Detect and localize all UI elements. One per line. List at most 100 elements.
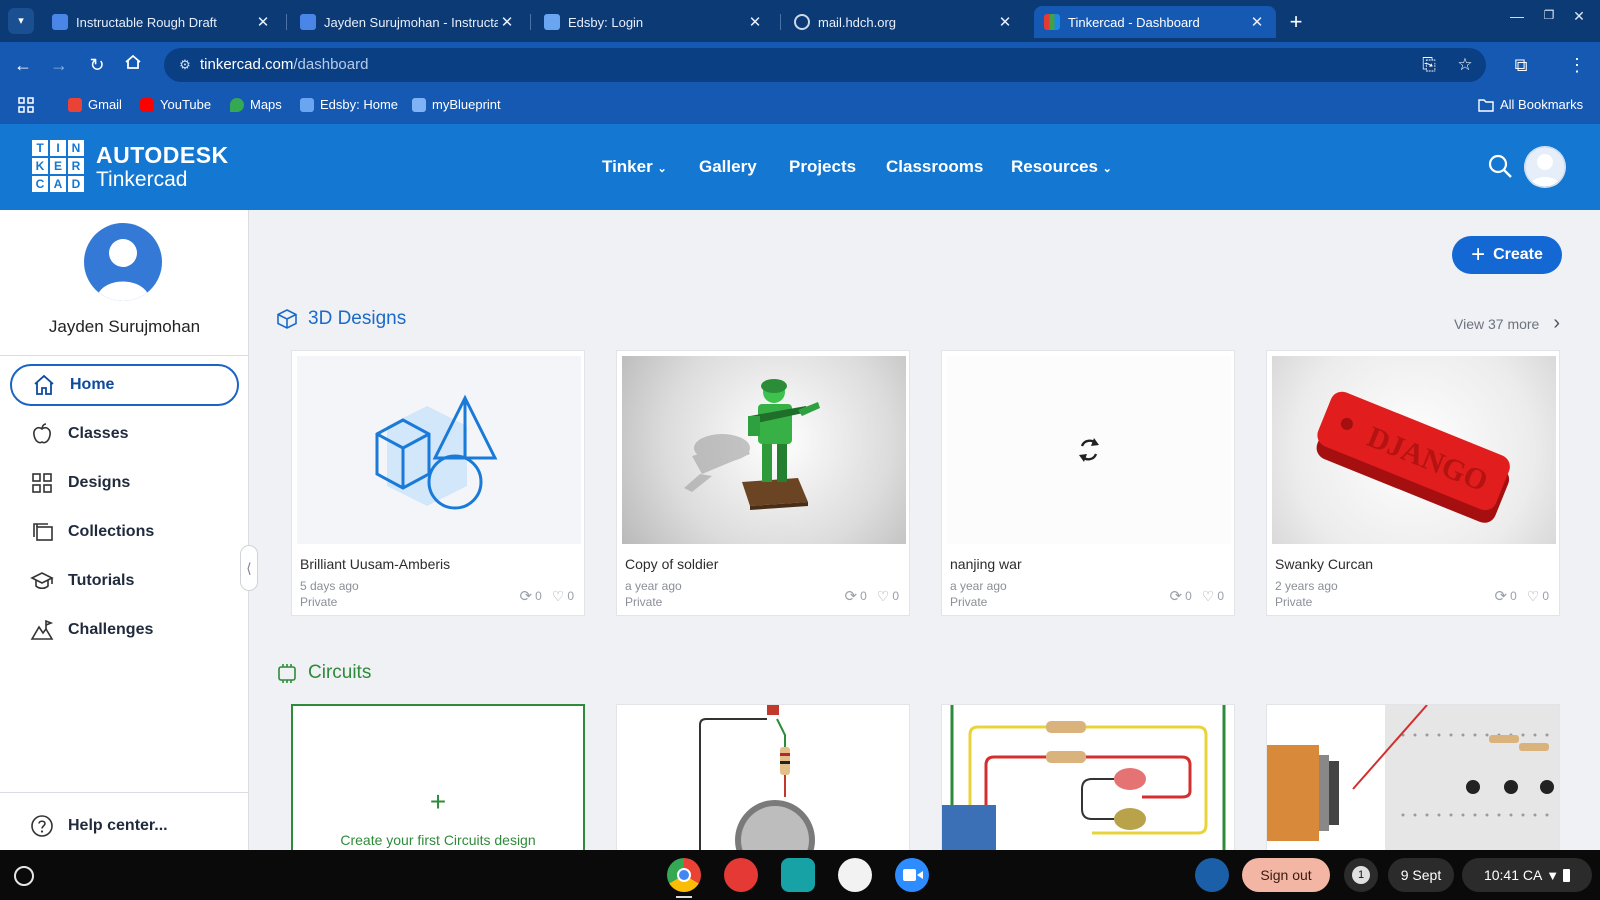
help-icon [31, 815, 53, 837]
close-tab-icon[interactable]: ✕ [746, 13, 764, 31]
remix-icon: ⟳ [1494, 588, 1508, 605]
help-center-link[interactable]: Help center... [10, 805, 239, 847]
minimize-icon[interactable]: — [1506, 8, 1528, 24]
zoom-app-icon[interactable] [895, 858, 929, 892]
sidebar-item-collections[interactable]: Collections [10, 511, 239, 553]
all-bookmarks-folder[interactable]: All Bookmarks [1478, 97, 1583, 112]
sidebar-item-designs[interactable]: Designs [10, 462, 239, 504]
design-card[interactable]: Copy of soldier a year ago Private ⟳ 0 ♡ 0 [616, 350, 910, 616]
sidebar-item-home[interactable]: Home [10, 364, 239, 406]
search-icon[interactable] [1486, 152, 1514, 180]
browser-tab[interactable]: Jayden Surujmohan - Instructab ✕ [290, 6, 526, 38]
design-stats: ⟳ 0 ♡ 0 [1169, 587, 1224, 606]
design-thumbnail-shapes [297, 356, 581, 544]
design-card[interactable]: DJANGO Swanky Curcan 2 years ago Private… [1266, 350, 1560, 616]
user-avatar[interactable] [1524, 146, 1566, 188]
plus-icon: + [1471, 241, 1486, 268]
design-privacy: Private [300, 595, 338, 609]
design-privacy: Private [625, 595, 663, 609]
nav-projects[interactable]: Projects [789, 157, 856, 177]
globe-icon [794, 14, 810, 30]
new-tab-button[interactable]: + [1284, 9, 1308, 35]
window-close-icon[interactable]: ✕ [1568, 8, 1590, 25]
close-tab-icon[interactable]: ✕ [1248, 13, 1266, 31]
url-text: tinkercad.com/dashboard [200, 56, 369, 73]
design-privacy: Private [1275, 595, 1313, 609]
site-info-icon[interactable]: ⚙ [176, 56, 194, 74]
back-icon[interactable]: ← [10, 52, 36, 78]
youtube-icon [140, 97, 154, 112]
browser-tab-active[interactable]: Tinkercad - Dashboard ✕ [1034, 6, 1276, 38]
restore-icon[interactable]: ❐ [1538, 8, 1560, 22]
bookmark-myblueprint[interactable]: myBlueprint [412, 97, 501, 112]
create-button[interactable]: + Create [1452, 236, 1562, 274]
design-name[interactable]: Copy of soldier [625, 556, 718, 572]
apps-grid-icon[interactable] [18, 97, 34, 113]
kindle-app-icon[interactable] [838, 858, 872, 892]
loading-spinner-icon [1079, 438, 1099, 462]
nav-resources[interactable]: Resources ⌄ [1011, 157, 1112, 177]
design-name[interactable]: Swanky Curcan [1275, 556, 1373, 572]
bookmark-youtube[interactable]: YouTube [140, 97, 211, 112]
address-bar[interactable]: ⚙ tinkercad.com/dashboard ⎘ ☆ [164, 48, 1486, 82]
edsby-icon [300, 97, 314, 112]
apple-icon [33, 423, 51, 444]
install-app-icon[interactable]: ⎘ [1418, 55, 1440, 75]
bookmark-star-icon[interactable]: ☆ [1454, 55, 1476, 75]
sidebar-collapse-handle[interactable]: ⟨ [240, 545, 258, 591]
design-name[interactable]: nanjing war [950, 556, 1022, 572]
design-stats: ⟳ 0 ♡ 0 [844, 587, 899, 606]
system-tray[interactable]: 10:41 CA ▼ [1462, 858, 1592, 892]
sign-out-button[interactable]: Sign out [1242, 858, 1330, 892]
account-avatar-icon[interactable] [1195, 858, 1229, 892]
design-stats: ⟳ 0 ♡ 0 [1494, 587, 1549, 606]
browser-tab[interactable]: mail.hdch.org ✕ [784, 6, 1024, 38]
close-tab-icon[interactable]: ✕ [498, 13, 516, 31]
circuit-thumbnail-leds [942, 705, 1226, 853]
profile-avatar[interactable] [84, 223, 162, 301]
chrome-menu-icon[interactable]: ⋮ [1564, 52, 1590, 78]
chevron-down-icon: ⌄ [1102, 163, 1112, 175]
tab-search-button[interactable]: ▾ [8, 8, 34, 34]
chrome-app-icon[interactable] [667, 858, 701, 892]
sidebar-item-classes[interactable]: Classes [10, 413, 239, 455]
circuit-card[interactable] [941, 704, 1235, 854]
tinkercad-logo[interactable]: T I N K E R C A D [32, 140, 84, 192]
view-more-designs-link[interactable]: View 37 more › [1454, 312, 1560, 335]
home-icon[interactable] [120, 52, 146, 78]
bookmark-gmail[interactable]: Gmail [68, 97, 122, 112]
remix-icon: ⟳ [844, 588, 858, 605]
circuit-card[interactable] [1266, 704, 1560, 854]
nav-classrooms[interactable]: Classrooms [886, 157, 983, 177]
bookmark-maps[interactable]: Maps [230, 97, 282, 112]
heart-icon: ♡ [1526, 587, 1540, 604]
google-docs-icon [300, 14, 316, 30]
design-card[interactable]: nanjing war a year ago Private ⟳ 0 ♡ 0 [941, 350, 1235, 616]
launcher-icon[interactable] [14, 866, 34, 886]
profile-username: Jayden Surujmohan [48, 317, 201, 336]
close-tab-icon[interactable]: ✕ [254, 13, 272, 31]
circuit-card[interactable] [616, 704, 910, 854]
sidebar-item-challenges[interactable]: Challenges [10, 609, 239, 651]
create-circuit-card[interactable]: + Create your first Circuits design [291, 704, 585, 854]
sidebar-item-tutorials[interactable]: Tutorials [10, 560, 239, 602]
extensions-icon[interactable]: ⧉ [1508, 52, 1534, 78]
forward-icon[interactable]: → [46, 52, 72, 78]
close-tab-icon[interactable]: ✕ [996, 13, 1014, 31]
classroom-app-icon[interactable] [781, 858, 815, 892]
reload-icon[interactable]: ↻ [84, 52, 110, 78]
notification-count[interactable]: 1 [1344, 858, 1378, 892]
canvas-paint-app-icon[interactable] [724, 858, 758, 892]
design-name[interactable]: Brilliant Uusam-Amberis [300, 556, 450, 572]
active-app-indicator [676, 896, 692, 898]
bookmark-edsby[interactable]: Edsby: Home [300, 97, 398, 112]
cube-icon [277, 309, 297, 329]
date-display[interactable]: 9 Sept [1388, 858, 1454, 892]
browser-tab[interactable]: Edsby: Login ✕ [534, 6, 774, 38]
nav-gallery[interactable]: Gallery [699, 157, 757, 177]
google-slides-icon [52, 14, 68, 30]
nav-tinker[interactable]: Tinker ⌄ [602, 157, 667, 177]
design-card[interactable]: Brilliant Uusam-Amberis 5 days ago Priva… [291, 350, 585, 616]
chevron-down-icon: ⌄ [657, 163, 667, 175]
browser-tab[interactable]: Instructable Rough Draft ✕ [42, 6, 282, 38]
